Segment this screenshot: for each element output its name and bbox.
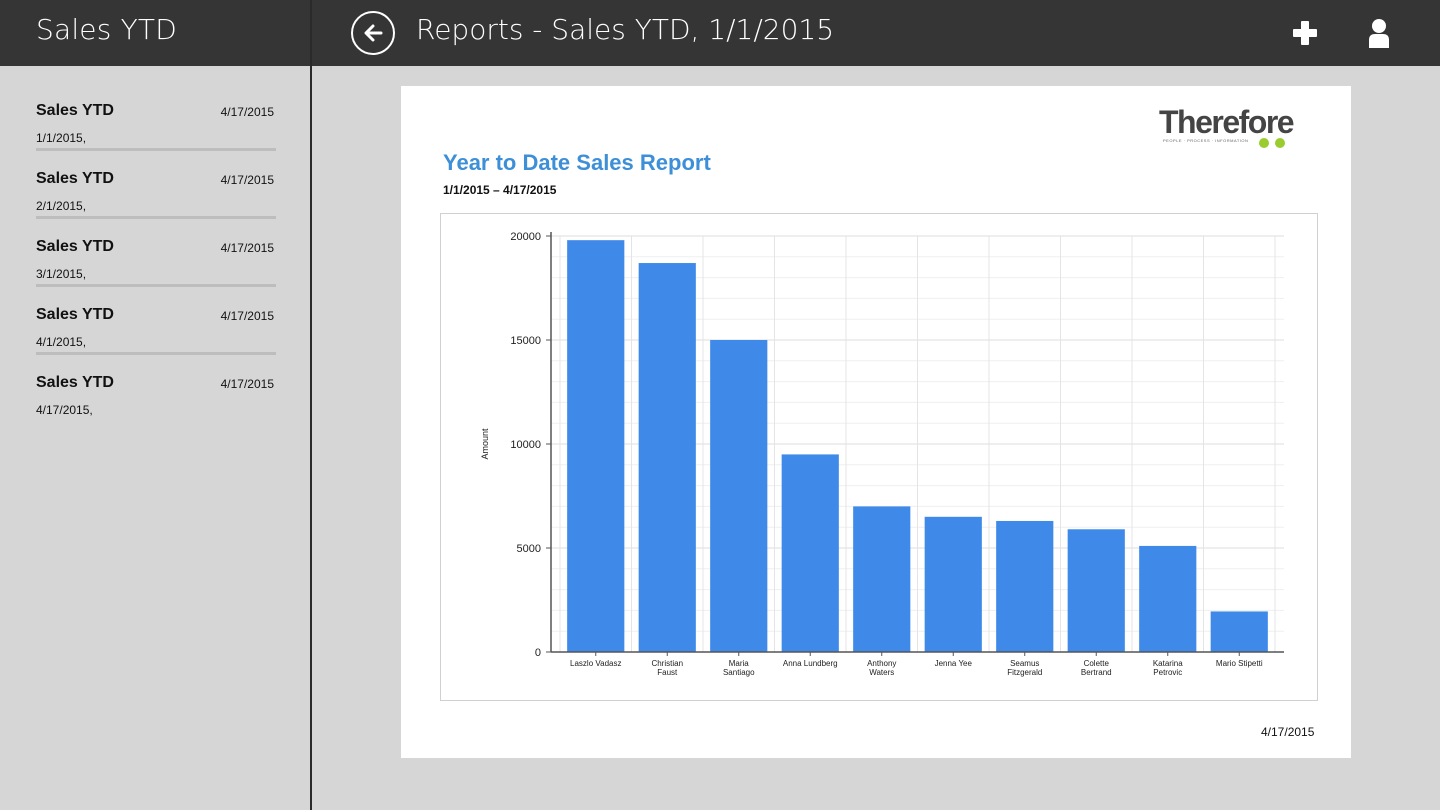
add-button[interactable] [1289, 17, 1321, 49]
user-icon [1369, 19, 1389, 48]
y-tick-label: 0 [535, 647, 541, 659]
list-item-name: Sales YTD [36, 306, 114, 323]
x-tick-label: Petrovic [1153, 668, 1182, 677]
list-item-date: 4/17/2015 [220, 105, 274, 119]
list-item-date: 4/17/2015 [220, 309, 274, 323]
bar-6 [924, 516, 982, 652]
logo-text: Therefore [1159, 104, 1295, 140]
y-tick-label: 5000 [517, 543, 541, 555]
list-item-name: Sales YTD [36, 238, 114, 255]
x-tick-label: Mario Stipetti [1216, 659, 1263, 668]
sidebar-header: Sales YTD [0, 0, 311, 66]
list-item-name: Sales YTD [36, 102, 114, 119]
bar-9 [1139, 545, 1197, 652]
list-item[interactable]: Sales YTD 4/17/2015 3/1/2015, [36, 212, 276, 281]
sidebar-title: Sales YTD [36, 13, 177, 46]
bar-4 [781, 454, 839, 652]
list-item[interactable]: Sales YTD 4/17/2015 4/17/2015, [36, 348, 276, 417]
y-tick-label: 10000 [510, 439, 541, 451]
x-tick-label: Waters [869, 668, 894, 677]
list-item-date: 4/17/2015 [220, 173, 274, 187]
account-button[interactable] [1363, 17, 1395, 49]
x-tick-label: Katarina [1153, 659, 1183, 668]
chart-frame: 0 5000 10000 15000 20000 Amount Laszlo Vadasz C… [440, 213, 1318, 701]
x-tick-label: Christian [651, 659, 683, 668]
back-arrow-icon [364, 24, 383, 42]
bar-1 [567, 240, 625, 652]
x-tick-label: Fitzgerald [1007, 668, 1042, 677]
bar-5 [853, 506, 911, 652]
back-button[interactable] [351, 11, 395, 55]
x-tick-label: Anna Lundberg [783, 659, 838, 668]
x-tick-label: Colette [1084, 659, 1110, 668]
report-date-range: 1/1/2015 – 4/17/2015 [443, 183, 557, 197]
list-item-subtitle: 4/1/2015, [36, 335, 87, 349]
x-tick-label: Faust [657, 668, 678, 677]
plus-icon [1293, 21, 1317, 45]
sales-bar-chart: 0 5000 10000 15000 20000 Amount Laszlo Vadasz C… [480, 231, 1284, 677]
x-tick-label: Seamus [1010, 659, 1039, 668]
page-title: Reports - Sales YTD, 1/1/2015 [416, 13, 835, 46]
pane-divider [310, 0, 312, 810]
logo-dot [1259, 138, 1269, 148]
x-tick-label: Laszlo Vadasz [570, 659, 621, 668]
logo-tagline: PEOPLE · PROCESS · INFORMATION [1163, 138, 1249, 143]
x-tick-label: Maria [729, 659, 750, 668]
list-item-subtitle: 4/17/2015, [36, 403, 93, 417]
bar-10 [1210, 611, 1268, 652]
therefore-logo: Therefore PEOPLE · PROCESS · INFORMATION [1159, 104, 1319, 148]
report-document: Therefore PEOPLE · PROCESS · INFORMATION… [401, 86, 1351, 758]
bar-2 [638, 263, 696, 652]
list-item-date: 4/17/2015 [220, 377, 274, 391]
list-item-subtitle: 2/1/2015, [36, 199, 87, 213]
list-item[interactable]: Sales YTD 4/17/2015 4/1/2015, [36, 280, 276, 349]
report-title: Year to Date Sales Report [443, 150, 711, 175]
y-tick-label: 20000 [510, 231, 541, 243]
list-item-subtitle: 1/1/2015, [36, 131, 87, 145]
list-item-name: Sales YTD [36, 374, 114, 391]
list-item-subtitle: 3/1/2015, [36, 267, 87, 281]
x-tick-label: Anthony [867, 659, 896, 668]
y-tick-label: 15000 [510, 335, 541, 347]
x-tick-label: Santiago [723, 668, 755, 677]
main-header: Reports - Sales YTD, 1/1/2015 [312, 0, 1440, 66]
report-list: Sales YTD 4/17/2015 1/1/2015, Sales YTD … [0, 66, 310, 810]
y-axis-label: Amount [480, 428, 490, 460]
logo-dot [1275, 138, 1285, 148]
list-item-name: Sales YTD [36, 170, 114, 187]
list-item[interactable]: Sales YTD 4/17/2015 2/1/2015, [36, 144, 276, 213]
x-tick-label: Jenna Yee [935, 659, 973, 668]
list-item-date: 4/17/2015 [220, 241, 274, 255]
bar-7 [996, 520, 1054, 652]
x-tick-label: Bertrand [1081, 668, 1112, 677]
list-item[interactable]: Sales YTD 4/17/2015 1/1/2015, [36, 76, 276, 145]
report-footer-date: 4/17/2015 [1261, 725, 1315, 739]
bar-8 [1067, 529, 1125, 652]
bar-3 [710, 340, 768, 652]
